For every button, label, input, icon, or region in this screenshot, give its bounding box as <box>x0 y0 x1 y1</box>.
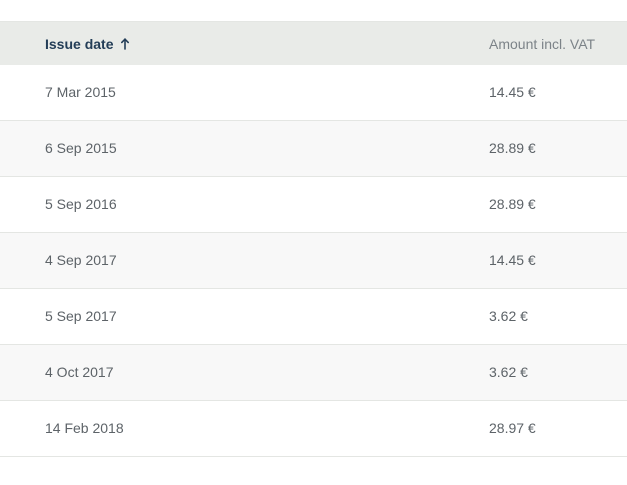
table-body: 7 Mar 2015 14.45 € 6 Sep 2015 28.89 € 5 … <box>0 65 627 457</box>
table-row[interactable]: 5 Sep 2017 3.62 € <box>0 289 627 345</box>
issue-date-cell: 4 Sep 2017 <box>45 252 117 268</box>
amount-cell: 14.45 € <box>489 84 536 100</box>
issue-date-cell: 14 Feb 2018 <box>45 420 124 436</box>
issue-date-cell: 5 Sep 2016 <box>45 196 117 212</box>
table-row[interactable]: 7 Mar 2015 14.45 € <box>0 65 627 121</box>
issue-date-cell: 7 Mar 2015 <box>45 84 116 100</box>
amount-cell: 14.45 € <box>489 252 536 268</box>
amount-cell: 28.97 € <box>489 420 536 436</box>
amount-cell: 3.62 € <box>489 308 528 324</box>
invoices-table: Issue date Amount incl. VAT 7 Mar 2015 1… <box>0 22 627 457</box>
amount-column-header[interactable]: Amount incl. VAT <box>489 36 595 52</box>
invoice-table-page: Issue date Amount incl. VAT 7 Mar 2015 1… <box>0 0 627 485</box>
table-header: Issue date Amount incl. VAT <box>0 22 627 65</box>
top-area <box>0 0 627 22</box>
amount-cell: 28.89 € <box>489 196 536 212</box>
table-row[interactable]: 4 Oct 2017 3.62 € <box>0 345 627 401</box>
issue-date-header-label[interactable]: Issue date <box>45 36 113 52</box>
issue-date-cell: 6 Sep 2015 <box>45 140 117 156</box>
amount-cell: 3.62 € <box>489 364 528 380</box>
table-header-inner: Issue date Amount incl. VAT <box>0 22 627 65</box>
issue-date-column-header[interactable]: Issue date <box>45 36 130 52</box>
table-row[interactable]: 14 Feb 2018 28.97 € <box>0 401 627 457</box>
table-row[interactable]: 6 Sep 2015 28.89 € <box>0 121 627 177</box>
amount-cell: 28.89 € <box>489 140 536 156</box>
issue-date-cell: 4 Oct 2017 <box>45 364 114 380</box>
table-row[interactable]: 4 Sep 2017 14.45 € <box>0 233 627 289</box>
issue-date-cell: 5 Sep 2017 <box>45 308 117 324</box>
arrow-up-icon[interactable] <box>120 38 130 50</box>
table-row[interactable]: 5 Sep 2016 28.89 € <box>0 177 627 233</box>
